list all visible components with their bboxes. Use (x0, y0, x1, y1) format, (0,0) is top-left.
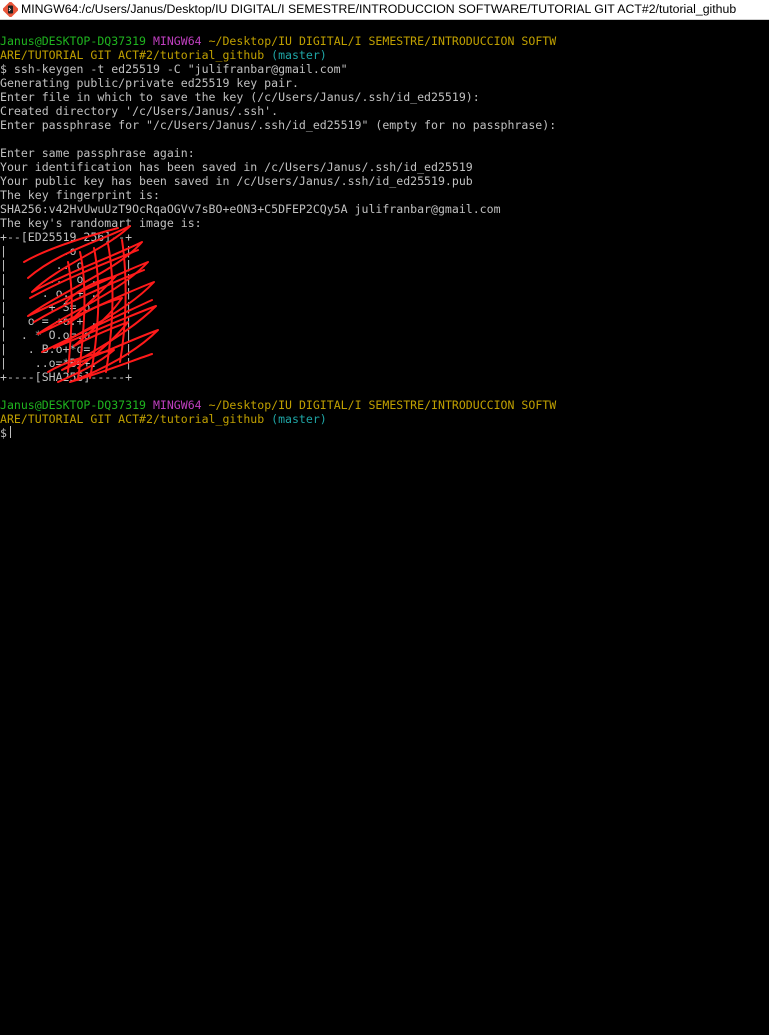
prompt-shell: MINGW64 (152, 34, 202, 48)
prompt-shell: MINGW64 (152, 398, 202, 412)
git-bash-icon (3, 2, 18, 17)
prompt-user-host: Janus@DESKTOP-DQ37319 (0, 398, 146, 412)
randomart-row: | . B.o+*o= | (0, 342, 133, 356)
prompt-path-continued: ARE/TUTORIAL GIT ACT#2/tutorial_github (0, 412, 265, 426)
window-title: MINGW64:/c/Users/Janus/Desktop/IU DIGITA… (21, 2, 737, 16)
randomart-row: | .. o | (0, 258, 133, 272)
output-line: Generating public/private ed25519 key pa… (0, 76, 299, 90)
prompt-symbol: $ (0, 426, 7, 440)
randomart-row: | . o. + . | (0, 286, 133, 300)
randomart-row: | . * O.o=.o | (0, 328, 133, 342)
randomart-row: | .. o . | (0, 272, 133, 286)
output-line: The key's randomart image is: (0, 216, 202, 230)
text-cursor (9, 426, 11, 438)
terminal-output[interactable]: Janus@DESKTOP-DQ37319 MINGW64 ~/Desktop/… (0, 34, 769, 1035)
output-line: Created directory '/c/Users/Janus/.ssh'. (0, 104, 279, 118)
randomart-row: | .o | (0, 244, 133, 258)
prompt-line-continued: ARE/TUTORIAL GIT ACT#2/tutorial_github (… (0, 412, 769, 426)
prompt-branch: (master) (271, 48, 327, 62)
output-line: The key fingerprint is: (0, 188, 160, 202)
output-line: Enter same passphrase again: (0, 146, 195, 160)
prompt-path-continued: ARE/TUTORIAL GIT ACT#2/tutorial_github (0, 48, 265, 62)
prompt-line: Janus@DESKTOP-DQ37319 MINGW64 ~/Desktop/… (0, 34, 769, 48)
randomart-row: | o = +o.+ . | (0, 314, 133, 328)
randomart-row: | . + S= o | (0, 300, 133, 314)
output-line: Enter passphrase for "/c/Users/Janus/.ss… (0, 118, 557, 132)
prompt-line-continued: ARE/TUTORIAL GIT ACT#2/tutorial_github (… (0, 48, 769, 62)
command-line: $ ssh-keygen -t ed25519 -C "julifranbar@… (0, 62, 348, 76)
window-title-bar[interactable]: MINGW64:/c/Users/Janus/Desktop/IU DIGITA… (0, 0, 769, 20)
prompt-path: ~/Desktop/IU DIGITAL/I SEMESTRE/INTRODUC… (208, 34, 557, 48)
input-line[interactable]: $ (0, 426, 769, 440)
randomart-row: | ..o=*B=+. | (0, 356, 133, 370)
output-line: Your identification has been saved in /c… (0, 160, 473, 174)
randomart-border-bottom: +----[SHA256]-----+ (0, 370, 133, 384)
prompt-user-host: Janus@DESKTOP-DQ37319 (0, 34, 146, 48)
output-line: Your public key has been saved in /c/Use… (0, 174, 473, 188)
key-fingerprint: SHA256:v42HvUwuUzT9OcRqaOGVv7sBO+eON3+C5… (0, 202, 501, 216)
prompt-branch: (master) (271, 412, 327, 426)
prompt-path: ~/Desktop/IU DIGITAL/I SEMESTRE/INTRODUC… (208, 398, 557, 412)
randomart-border-top: +--[ED25519 256]--+ (0, 230, 133, 244)
output-line: Enter file in which to save the key (/c/… (0, 90, 480, 104)
prompt-line: Janus@DESKTOP-DQ37319 MINGW64 ~/Desktop/… (0, 398, 769, 412)
